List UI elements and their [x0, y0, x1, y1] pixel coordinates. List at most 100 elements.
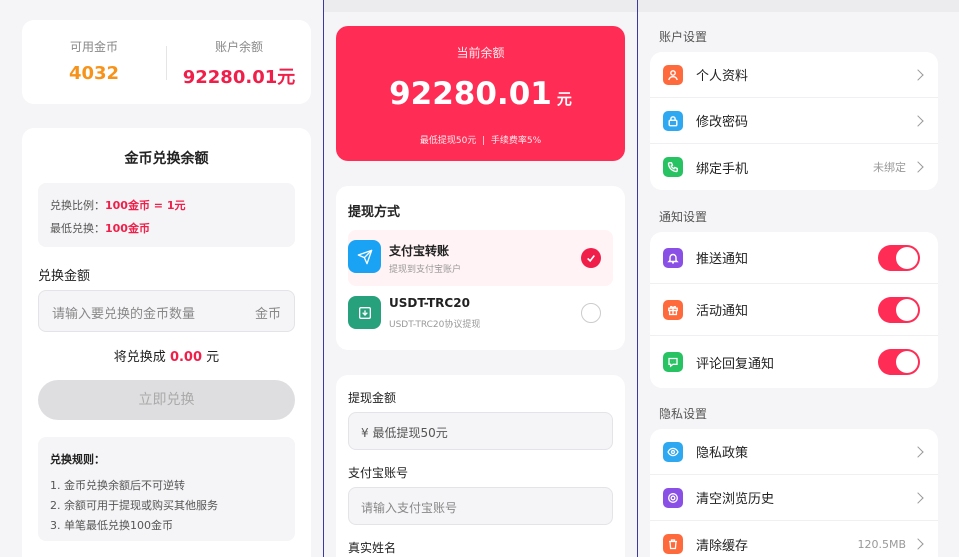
hero-amount: 92280.01 [389, 76, 552, 112]
amount-label: 兑换金额 [38, 269, 91, 284]
top-bar [638, 0, 959, 12]
hero-fee: 手续费率5% [490, 136, 542, 146]
exchange-panel: 可用金币 4032 账户余额 92280.01元 金币兑换余额 兑换比例：100… [0, 0, 323, 557]
balance-hero: 当前余额 92280.01 元 最低提现50元 | 手续费率5% [336, 26, 625, 161]
rule-item: 2. 余额可用于提现或购买其他服务 [50, 499, 218, 512]
settings-item-label: 绑定手机 [696, 161, 749, 177]
account-settings-card: 个人资料 修改密码 绑定手机 未绑定 [650, 52, 938, 190]
ratio-box: 兑换比例：100金币 = 1元 最低兑换：100金币 [38, 183, 295, 247]
rule-item: 1. 金币兑换余额后不可逆转 [50, 479, 185, 492]
withdraw-panel: 当前余额 92280.01 元 最低提现50元 | 手续费率5% 提现方式 支付… [324, 0, 637, 557]
settings-item-label: 个人资料 [696, 69, 749, 84]
method-title: 提现方式 [348, 205, 401, 220]
hero-title: 当前余额 [456, 46, 505, 60]
min-row: 最低兑换：100金币 [50, 220, 150, 236]
hero-separator: | [482, 136, 486, 146]
exchange-title: 金币兑换余额 [124, 151, 209, 167]
lock-icon [663, 110, 683, 131]
notify-settings-card: 推送通知 活动通知 评论回复通知 [650, 232, 938, 388]
coin-amount-placeholder: 请输入要兑换的金币数量 [52, 307, 196, 322]
coin-amount-input[interactable]: 请输入要兑换的金币数量 金币 [38, 290, 295, 332]
settings-item-value: 120.5MB [857, 537, 906, 551]
settings-item-label: 评论回复通知 [696, 356, 775, 372]
rules-title: 兑换规则： [50, 453, 105, 466]
trash-icon [663, 534, 683, 554]
chevron-right-icon [912, 538, 924, 550]
coin-unit: 金币 [254, 307, 281, 322]
real-name-label: 真实姓名 [348, 541, 397, 555]
chevron-right-icon [912, 161, 924, 173]
chevron-right-icon [912, 114, 924, 127]
phone-icon [663, 157, 683, 177]
download-icon [348, 296, 381, 329]
settings-item-label: 推送通知 [696, 252, 749, 267]
settings-item-history[interactable]: 清空浏览历史 [650, 475, 938, 521]
chevron-right-icon [912, 491, 924, 504]
privacy-settings-card: 隐私政策 清空浏览历史 清除缓存 120.5MB [650, 429, 938, 557]
settings-item-password[interactable]: 修改密码 [650, 98, 938, 144]
account-label: 支付宝账号 [348, 466, 409, 480]
ratio-label: 兑换比例： [50, 199, 105, 212]
method-name: USDT-TRC20 [389, 296, 470, 310]
result-prefix: 将兑换成 [113, 350, 166, 365]
radio-unchecked[interactable] [581, 303, 601, 323]
push-toggle[interactable] [878, 244, 920, 271]
section-title: 隐私设置 [659, 407, 708, 421]
settings-item-push: 推送通知 [650, 232, 938, 284]
chevron-right-icon [912, 445, 924, 458]
eye-icon [663, 441, 683, 462]
section-title: 账户设置 [659, 30, 708, 44]
bell-icon [663, 247, 683, 268]
settings-item-comment: 评论回复通知 [650, 336, 938, 388]
settings-item-label: 清空浏览历史 [696, 492, 775, 507]
hero-meta: 最低提现50元 | 手续费率5% [336, 133, 625, 146]
hero-amount-row: 92280.01 元 [336, 76, 625, 112]
settings-item-label: 修改密码 [696, 115, 749, 130]
balance-value: 92280.01元 [182, 67, 296, 88]
activity-toggle[interactable] [878, 296, 920, 323]
section-title: 通知设置 [659, 210, 708, 224]
balance-card: 可用金币 4032 账户余额 92280.01元 [22, 20, 311, 104]
settings-item-phone[interactable]: 绑定手机 未绑定 [650, 144, 938, 190]
settings-item-label: 活动通知 [696, 304, 749, 319]
hero-min: 最低提现50元 [419, 136, 477, 146]
send-icon [348, 240, 381, 273]
min-value: 100金币 [105, 222, 150, 235]
method-usdt[interactable]: USDT-TRC20 USDT-TRC20协议提现 [348, 288, 613, 340]
alipay-account-input[interactable]: 请输入支付宝账号 [348, 487, 613, 525]
check-icon[interactable] [581, 248, 601, 268]
comment-icon [663, 352, 683, 372]
rule-item: 3. 单笔最低兑换100金币 [50, 519, 173, 532]
result-unit: 元 [206, 350, 220, 365]
chevron-right-icon [912, 68, 924, 81]
exchange-card: 金币兑换余额 兑换比例：100金币 = 1元 最低兑换：100金币 兑换金额 请… [22, 128, 311, 557]
withdraw-amount-input[interactable]: ¥ 最低提现50元 [348, 412, 613, 450]
settings-item-profile[interactable]: 个人资料 [650, 52, 938, 98]
settings-panel: 账户设置 个人资料 修改密码 绑定手机 未绑定 通知设置 推送通知 活动通知 评… [638, 0, 959, 557]
rules-box: 兑换规则： 1. 金币兑换余额后不可逆转 2. 余额可用于提现或购买其他服务 3… [38, 437, 295, 541]
min-label: 最低兑换： [50, 222, 105, 235]
top-bar [324, 0, 637, 12]
method-card: 提现方式 支付宝转账 提现到支付宝账户 USDT-TRC20 USDT-TRC2… [336, 186, 625, 350]
ratio-value: 100金币 = 1元 [105, 199, 186, 212]
settings-item-label: 隐私政策 [696, 446, 749, 461]
withdraw-amount-placeholder: ¥ 最低提现50元 [361, 426, 448, 440]
user-icon [663, 64, 683, 85]
ratio-row: 兑换比例：100金币 = 1元 [50, 197, 186, 213]
comment-toggle[interactable] [878, 349, 920, 375]
alipay-account-placeholder: 请输入支付宝账号 [361, 501, 458, 515]
history-icon [663, 487, 683, 508]
method-desc: 提现到支付宝账户 [389, 265, 462, 275]
settings-item-label: 清除缓存 [696, 538, 749, 554]
exchange-button[interactable]: 立即兑换 [38, 380, 295, 420]
result-row: 将兑换成 0.00 元 [22, 346, 311, 365]
gift-icon [663, 299, 683, 320]
withdraw-form-card: 提现金额 ¥ 最低提现50元 支付宝账号 请输入支付宝账号 真实姓名 [336, 375, 625, 557]
settings-item-cache[interactable]: 清除缓存 120.5MB [650, 521, 938, 557]
result-value: 0.00 [169, 350, 203, 365]
settings-item-privacy[interactable]: 隐私政策 [650, 429, 938, 475]
hero-unit: 元 [556, 90, 572, 108]
method-name: 支付宝转账 [389, 244, 450, 258]
settings-item-value: 未绑定 [873, 161, 906, 174]
method-alipay[interactable]: 支付宝转账 提现到支付宝账户 [348, 230, 613, 286]
